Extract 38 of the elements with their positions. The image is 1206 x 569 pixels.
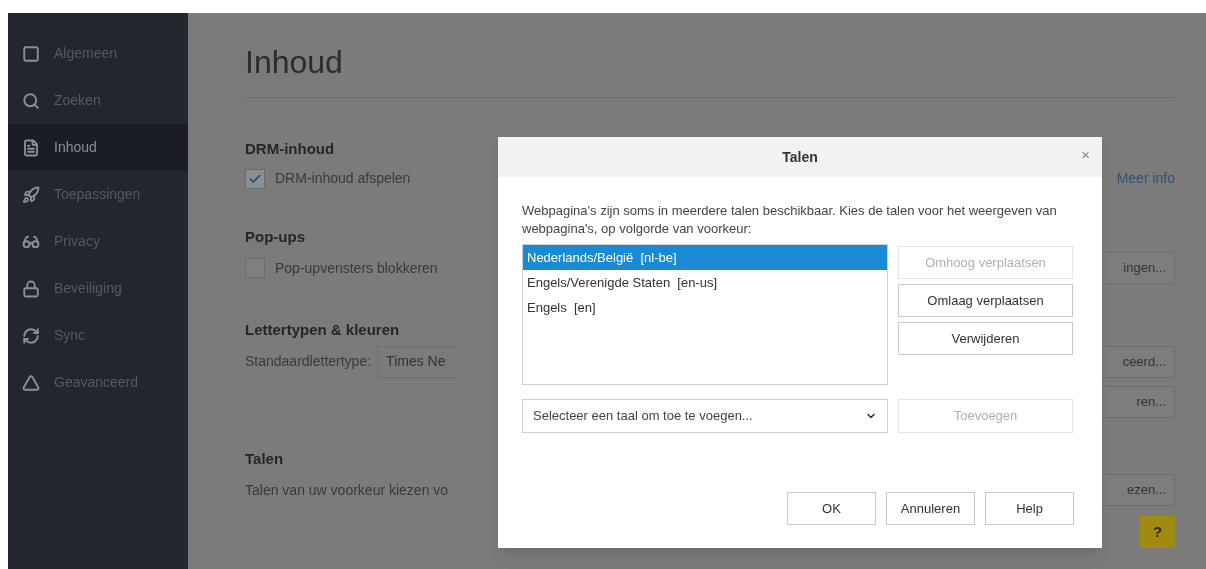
section-heading: Pop-ups xyxy=(245,226,305,247)
panel-icon xyxy=(22,44,40,63)
checkbox-label: Pop-upvensters blokkeren xyxy=(275,258,438,278)
section-heading: DRM-inhoud xyxy=(245,139,335,159)
partial-button[interactable]: ingen... xyxy=(1102,252,1175,284)
sync-icon xyxy=(22,326,40,345)
sidebar-item[interactable]: Inhoud xyxy=(8,124,188,171)
partial-button[interactable]: ceerd... xyxy=(1102,345,1175,378)
section-heading: Talen xyxy=(245,448,284,469)
search-icon xyxy=(22,91,40,110)
language-item[interactable]: Engels/Verenigde Staten [en-us] xyxy=(523,270,887,295)
language-item[interactable]: Nederlands/België [nl-be] xyxy=(523,245,887,270)
triangle-icon xyxy=(22,373,40,392)
dialog-button[interactable]: OK xyxy=(787,492,876,525)
font-select[interactable]: Times Ne xyxy=(377,345,458,378)
section-text: Talen van uw voorkeur kiezen vo xyxy=(245,480,449,500)
language-item[interactable]: Engels [en] xyxy=(523,295,887,320)
checkbox[interactable] xyxy=(245,168,265,189)
partial-button[interactable]: ezen... xyxy=(1102,474,1175,506)
dialog-button[interactable]: Help xyxy=(985,492,1074,525)
link[interactable]: Meer info xyxy=(1116,168,1175,189)
document-icon xyxy=(22,138,40,157)
page-title: Inhoud xyxy=(245,43,344,81)
lock-icon xyxy=(22,279,40,298)
close-button[interactable]: × xyxy=(1081,147,1090,162)
field-label: Standaardlettertype: xyxy=(245,352,372,371)
dialog-button[interactable]: Annuleren xyxy=(886,492,975,525)
dialog-description: Webpagina's zijn soms in meerdere talen beschikbaar. Kies de talen voor het weergeven van webpagina's, op volgorde van voorkeur: xyxy=(522,202,1058,238)
language-list[interactable]: Nederlands/België [nl-be] Engels/Verenigde Staten [en-us] Engels [en] xyxy=(522,244,888,385)
help-button[interactable]: ? xyxy=(1140,516,1175,548)
partial-button[interactable]: ren... xyxy=(1102,385,1175,418)
language-select[interactable]: Selecteer een taal om toe te voegen... xyxy=(522,399,888,433)
section-heading: Lettertypen & kleuren xyxy=(245,320,400,340)
list-action-button[interactable]: Verwijderen xyxy=(898,322,1073,355)
checkbox-label: DRM-inhoud afspelen xyxy=(275,169,411,188)
rocket-icon xyxy=(22,185,40,204)
list-action-button[interactable]: Omlaag verplaatsen xyxy=(898,284,1073,317)
dialog-title: Talen xyxy=(782,147,818,167)
